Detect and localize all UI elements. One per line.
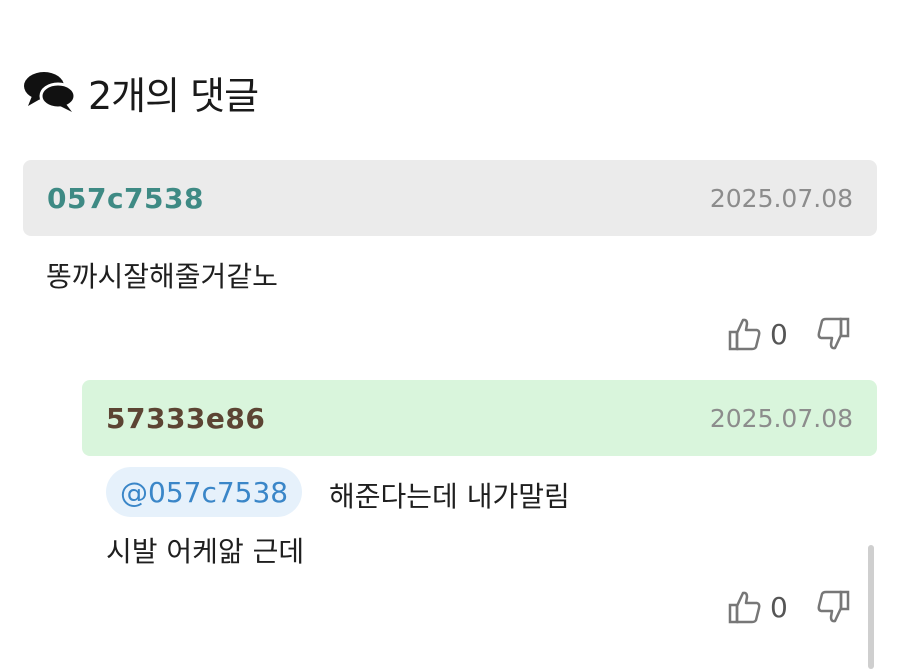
reply-text-line1: 해준다는데 내가말림 [329,480,570,513]
comment-date: 2025.07.08 [709,183,853,213]
upvote-count: 0 [770,590,788,624]
reply-header: 57333e86 2025.07.08 [82,380,877,456]
scrollbar[interactable] [868,545,874,669]
comment-text: 똥까시잘해줄거같노 [46,260,278,293]
comment-votes: 0 [728,316,850,352]
comment-author[interactable]: 057c7538 [47,182,204,215]
comments-count-title: 2개의 댓글 [88,73,259,118]
comment-header: 057c7538 2025.07.08 [23,160,877,236]
thumbs-up-icon[interactable] [728,316,762,352]
upvote-count: 0 [770,317,788,351]
comments-icon [22,70,78,114]
thumbs-down-icon[interactable] [816,589,850,625]
reply-text-line2: 시발 어케앎 근데 [106,535,305,568]
thumbs-down-icon[interactable] [816,316,850,352]
mention-tag[interactable]: @057c7538 [106,467,303,517]
reply-author[interactable]: 57333e86 [106,402,265,435]
reply-date: 2025.07.08 [709,403,853,433]
comments-header: 2개의 댓글 [22,66,259,118]
reply-votes: 0 [728,589,850,625]
thumbs-up-icon[interactable] [728,589,762,625]
